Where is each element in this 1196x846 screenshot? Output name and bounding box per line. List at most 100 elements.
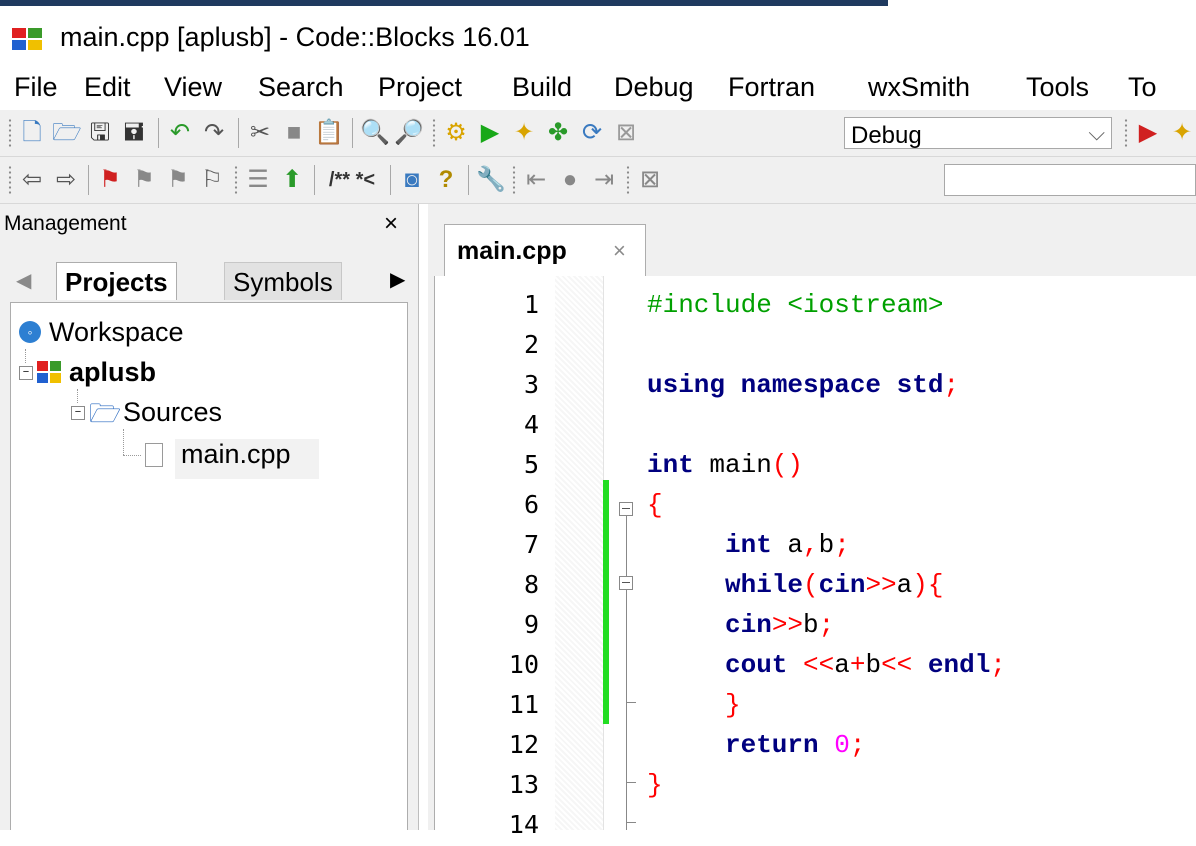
project-tree: ◦ Workspace − aplusb − 🗁 Sources main.cp… [10,302,408,830]
folder-open-icon: 🗁 [89,398,122,428]
debug-continue-icon[interactable]: ✦ [1168,119,1196,147]
toolbar-separator [88,165,89,195]
management-tabs: ◀ Projects Symbols ▶ [10,260,408,302]
rebuild-all-icon[interactable]: ⟳ [578,119,606,147]
close-icon[interactable]: × [384,210,398,238]
sources-label: Sources [123,397,223,427]
menu-tools-plus[interactable]: To [1128,72,1157,103]
collapse-toggle-icon[interactable]: − [19,366,33,380]
copy-icon[interactable]: ■ [280,119,308,147]
tab-symbols[interactable]: Symbols [224,262,342,300]
build-target-select[interactable]: Debug ⌵ [844,117,1112,149]
tree-node-main-cpp[interactable]: main.cpp [15,437,395,475]
jump-back-icon[interactable]: ⇦ [18,166,46,194]
new-file-icon[interactable]: 🗋 [18,119,46,147]
code-text: return 0; [725,730,866,760]
debug-start-icon[interactable]: ▶ [1134,119,1162,147]
line-number: 8 [523,570,539,599]
menu-debug[interactable]: Debug [614,72,694,103]
code-text: cin>>b; [725,610,835,640]
toolbar-grip[interactable] [234,165,238,195]
next-bookmark-icon[interactable]: ⚑ [164,166,192,194]
code-line: 6 { [435,486,1196,526]
save-all-icon[interactable]: 🖬 [120,119,148,147]
highlight-icon[interactable]: ● [556,166,584,194]
goto-function-icon[interactable]: ⬆ [278,166,306,194]
toolbar-grip[interactable] [432,118,436,148]
menu-view[interactable]: View [164,72,222,103]
tab-scroll-left-icon[interactable]: ◀ [16,268,31,293]
toolbar-grip[interactable] [8,165,12,195]
editor-pane: main.cpp × 1 #include <iostream> 2 3 usi… [428,204,1196,839]
run-icon[interactable]: ▶ [476,119,504,147]
code-line: 1 #include <iostream> [435,286,1196,326]
line-number: 13 [508,770,539,799]
build-and-run-icon[interactable]: ✦ [510,119,538,147]
code-line: 13 } [435,766,1196,806]
cut-icon[interactable]: ✂ [246,119,274,147]
menu-project[interactable]: Project [378,72,462,103]
code-text: int main() [647,450,804,480]
toolbar-grip[interactable] [512,165,516,195]
open-icon[interactable]: 🗁 [52,119,82,147]
tree-node-workspace[interactable]: ◦ Workspace [15,315,395,353]
menu-tools[interactable]: Tools [1026,72,1089,103]
menu-fortran[interactable]: Fortran [728,72,815,103]
prev-bookmark-icon[interactable]: ⚑ [130,166,158,194]
toolbar-separator [468,165,469,195]
tab-scroll-right-icon[interactable]: ▶ [390,267,405,292]
replace-icon[interactable]: 🔎 [394,119,424,147]
chevron-down-icon: ⌵ [1088,120,1105,145]
line-number: 6 [523,490,539,519]
toggle-bookmark-icon[interactable]: ⚑ [96,166,124,194]
jump-forward-icon[interactable]: ⇨ [52,166,80,194]
doxywizard-icon[interactable]: ◙ [398,166,426,194]
line-number: 2 [523,330,539,359]
code-text: { [647,490,663,520]
menu-build[interactable]: Build [512,72,572,103]
code-completion-icon[interactable]: ☰ [244,166,272,194]
tree-node-sources[interactable]: − 🗁 Sources [15,395,395,433]
menu-search[interactable]: Search [258,72,344,103]
tab-main-cpp[interactable]: main.cpp × [444,224,646,276]
menu-file[interactable]: File [14,72,58,103]
find-icon[interactable]: 🔍 [360,119,390,147]
wrench-icon[interactable]: 🔧 [476,166,506,194]
collapse-toggle-icon[interactable]: − [71,406,85,420]
code-text: using namespace std; [647,370,960,400]
toolbar-grip[interactable] [626,165,630,195]
match-icon[interactable]: ⊠ [636,166,664,194]
menu-bar: File Edit View Search Project Build Debu… [0,64,1196,110]
close-icon[interactable]: × [613,238,626,264]
line-number: 10 [508,650,539,679]
tab-projects[interactable]: Projects [56,262,177,300]
help-icon[interactable]: ? [432,166,460,194]
file-label: main.cpp [181,439,291,469]
search-input[interactable] [944,164,1196,196]
line-number: 1 [523,290,539,319]
rebuild-icon[interactable]: ✤ [544,119,572,147]
menu-wxsmith[interactable]: wxSmith [868,72,970,103]
next-highlight-icon[interactable]: ⇥ [590,166,618,194]
clear-bookmarks-icon[interactable]: ⚐ [198,166,226,194]
redo-icon[interactable]: ↷ [200,119,228,147]
secondary-toolbar: ⇦ ⇨ ⚑ ⚑ ⚑ ⚐ ☰ ⬆ /** *< ◙ ? 🔧 ⇤ ● ⇥ ⊠ [0,157,1196,204]
code-text: #include <iostream> [647,290,944,320]
menu-edit[interactable]: Edit [84,72,131,103]
tree-node-project[interactable]: − aplusb [15,355,395,393]
code-line: 7 int a,b; [435,526,1196,566]
main-toolbar: 🗋 🗁 🖫 🖬 ↶ ↷ ✂ ■ 📋 🔍 🔎 ⚙ ▶ ✦ ✤ ⟳ ⊠ Debug … [0,110,1196,157]
save-icon[interactable]: 🖫 [86,119,114,147]
abort-icon[interactable]: ⊠ [612,119,640,147]
toolbar-grip[interactable] [8,118,12,148]
prev-highlight-icon[interactable]: ⇤ [522,166,550,194]
doxygen-comment-button[interactable]: /** *< [320,166,384,194]
line-number: 4 [523,410,539,439]
build-icon[interactable]: ⚙ [442,119,470,147]
code-editor[interactable]: 1 #include <iostream> 2 3 using namespac… [434,276,1196,839]
paste-icon[interactable]: 📋 [314,119,344,147]
codeblocks-app-icon [12,28,42,50]
undo-icon[interactable]: ↶ [166,119,194,147]
code-line: 12 return 0; [435,726,1196,766]
toolbar-grip[interactable] [1124,118,1128,148]
